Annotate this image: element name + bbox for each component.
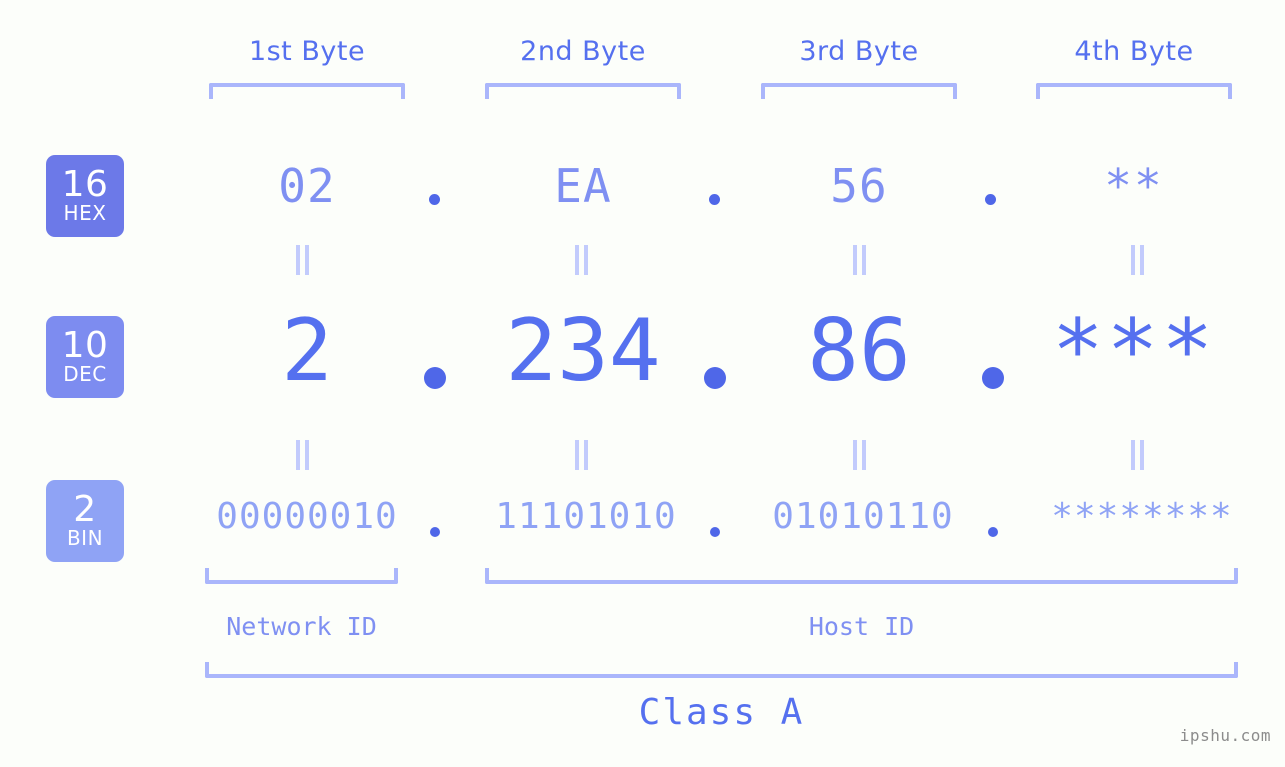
byte-bracket-3 <box>761 83 957 99</box>
bin-separator-dot-1 <box>430 527 440 537</box>
bin-separator-dot-3 <box>988 527 998 537</box>
host-id-bracket <box>485 568 1238 584</box>
byte-bracket-1 <box>209 83 405 99</box>
bin-byte-4: ******** <box>1051 496 1233 537</box>
dec-separator-dot-1 <box>424 367 446 389</box>
dec-byte-2: 234 <box>505 301 661 401</box>
bin-byte-1: 00000010 <box>216 496 398 537</box>
equals-mark-dec-bin-4 <box>1127 440 1147 470</box>
class-label: Class A <box>638 692 805 733</box>
equals-mark-hex-dec-2 <box>571 245 591 275</box>
equals-mark-hex-dec-1 <box>292 245 312 275</box>
hex-byte-3: 56 <box>830 159 888 213</box>
bin-byte-3: 01010110 <box>772 496 954 537</box>
host-id-label: Host ID <box>808 612 915 641</box>
byte-header-3: 3rd Byte <box>799 36 919 67</box>
equals-mark-hex-dec-3 <box>849 245 869 275</box>
base-badge-bin-number: 2 <box>73 489 97 530</box>
hex-byte-2: EA <box>554 159 612 213</box>
site-watermark: ipshu.com <box>1179 726 1271 745</box>
equals-mark-hex-dec-4 <box>1127 245 1147 275</box>
hex-separator-dot-2 <box>709 194 720 205</box>
dec-separator-dot-2 <box>704 367 726 389</box>
base-badge-hex-number: 16 <box>61 164 109 205</box>
base-badge-bin: 2 BIN <box>46 480 124 562</box>
base-badge-bin-name: BIN <box>66 526 104 550</box>
base-badge-dec: 10 DEC <box>46 316 124 398</box>
bin-separator-dot-2 <box>710 527 720 537</box>
dec-byte-1: 2 <box>281 301 333 401</box>
hex-value-row: 02 EA 56 ** <box>150 146 1285 226</box>
hex-separator-dot-1 <box>429 194 440 205</box>
equals-mark-dec-bin-2 <box>571 440 591 470</box>
ip-address-breakdown-diagram: 1st Byte 2nd Byte 3rd Byte 4th Byte 16 H… <box>0 0 1285 767</box>
network-id-bracket <box>205 568 398 584</box>
byte-header-1: 1st Byte <box>248 36 366 67</box>
byte-header-2: 2nd Byte <box>520 36 646 67</box>
hex-byte-4: ** <box>1104 159 1164 213</box>
hex-separator-dot-3 <box>985 194 996 205</box>
base-badge-hex: 16 HEX <box>46 155 124 237</box>
dec-value-row: 2 234 86 *** <box>150 296 1285 406</box>
byte-bracket-4 <box>1036 83 1232 99</box>
equals-mark-dec-bin-3 <box>849 440 869 470</box>
base-badge-hex-name: HEX <box>63 201 107 225</box>
hex-byte-1: 02 <box>278 159 336 213</box>
dec-byte-3: 86 <box>807 301 911 401</box>
bin-value-row: 00000010 11101010 01010110 ******** <box>150 487 1285 547</box>
network-id-label: Network ID <box>226 612 377 641</box>
equals-mark-dec-bin-1 <box>292 440 312 470</box>
byte-bracket-2 <box>485 83 681 99</box>
base-badge-dec-name: DEC <box>63 362 107 386</box>
class-bracket <box>205 662 1238 678</box>
dec-separator-dot-3 <box>982 367 1004 389</box>
byte-header-4: 4th Byte <box>1074 36 1194 67</box>
base-badge-dec-number: 10 <box>61 325 109 366</box>
bin-byte-2: 11101010 <box>495 496 677 537</box>
dec-byte-4: *** <box>1051 301 1217 401</box>
